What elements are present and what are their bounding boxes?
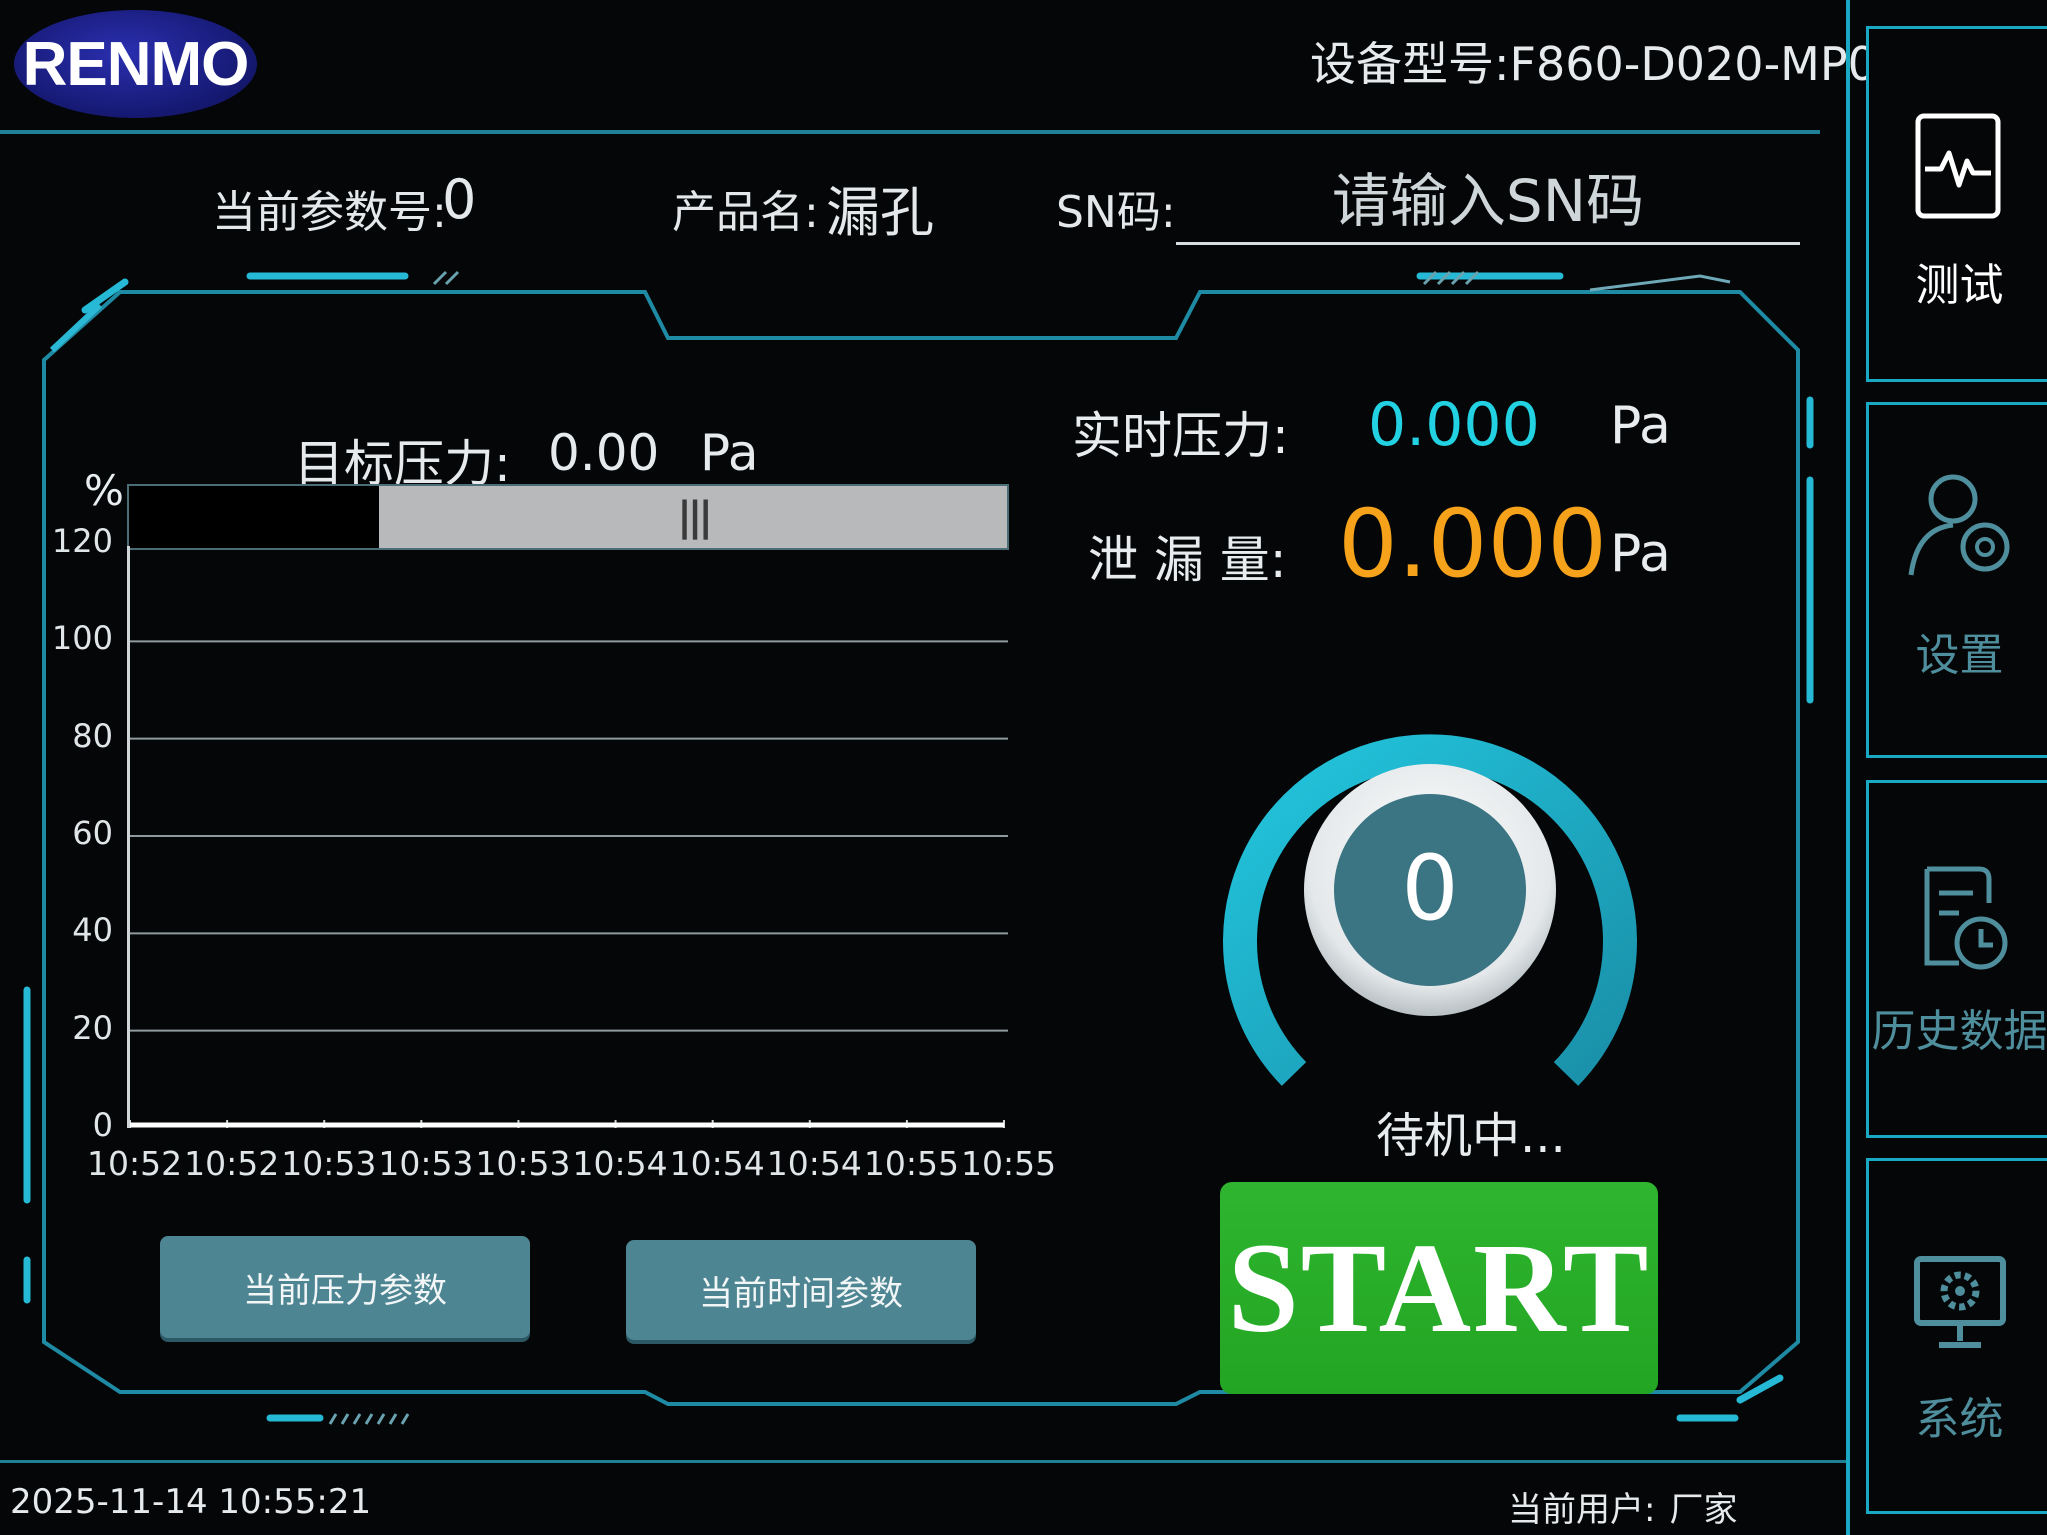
footer-divider (0, 1460, 1846, 1463)
y-tick-label: 60 (72, 814, 113, 852)
current-user-value: 厂家 (1669, 1490, 1738, 1530)
sidebar-label-test: 测试 (1915, 260, 2004, 311)
x-tick-label: 10:52 (87, 1144, 183, 1183)
sidebar-item-test[interactable]: 测试 (1866, 26, 2047, 382)
leak-amount-value: 0.000 (1338, 490, 1608, 599)
leak-amount-label: 泄 漏 量: (1088, 531, 1287, 589)
y-tick-label: 40 (72, 911, 113, 950)
pressure-chart-svg (130, 640, 1008, 1128)
leak-amount-unit: Pa (1610, 524, 1671, 584)
x-tick-label: 10:54 (766, 1144, 862, 1183)
y-tick-label: 100 (51, 619, 113, 658)
y-tick-label: 20 (72, 1008, 113, 1047)
realtime-pressure-value: 0.000 (1368, 390, 1540, 460)
footer-datetime: 2025-11-14 10:55:21 (10, 1482, 372, 1522)
waveform-icon (1915, 113, 2001, 219)
current-user-label: 当前用户: (1508, 1490, 1656, 1530)
x-tick-label: 10:55 (961, 1144, 1057, 1183)
sidebar-divider (1846, 0, 1850, 1535)
current-pressure-param-button[interactable]: 当前压力参数 (160, 1236, 530, 1338)
realtime-pressure-label: 实时压力: (1072, 407, 1289, 465)
x-tick-label: 10:55 (863, 1144, 959, 1183)
x-tick-label: 10:53 (475, 1144, 571, 1183)
y-tick-label: 0 (92, 1106, 113, 1144)
x-tick-label: 10:52 (184, 1144, 280, 1183)
sidebar-label-settings: 设置 (1915, 630, 2004, 681)
status-text: 待机中... (1376, 1108, 1566, 1164)
pressure-chart (127, 546, 1008, 1128)
current-user: 当前用户: 厂家 (1508, 1482, 1737, 1531)
sidebar-label-system: 系统 (1915, 1394, 2004, 1445)
y-tick-label: 120 (51, 522, 113, 560)
chart-scrollbar-thumb[interactable]: ||| (379, 486, 1007, 548)
sidebar-label-history: 历史数据 (1871, 1006, 2047, 1057)
x-tick-label: 10:54 (669, 1144, 765, 1183)
target-pressure-value: 0.00 (548, 424, 660, 482)
current-time-param-button[interactable]: 当前时间参数 (626, 1240, 976, 1340)
sidebar-item-history[interactable]: 历史数据 (1866, 780, 2047, 1138)
chart-scrollbar[interactable]: ||| (127, 484, 1009, 550)
user-gear-icon (1908, 474, 2010, 576)
y-axis-unit: % (84, 466, 124, 515)
x-tick-label: 10:54 (572, 1144, 668, 1183)
gauge-value: 0 (1401, 836, 1459, 941)
y-tick-label: 80 (72, 716, 113, 755)
target-pressure-unit: Pa (700, 424, 759, 482)
start-button[interactable]: START (1220, 1182, 1658, 1394)
sidebar-item-system[interactable]: 系统 (1866, 1158, 2047, 1514)
sidebar-item-settings[interactable]: 设置 (1866, 402, 2047, 758)
scroll-grip-icon: ||| (677, 494, 713, 540)
realtime-pressure-unit: Pa (1610, 396, 1671, 456)
history-icon (1924, 866, 2008, 970)
monitor-gear-icon (1914, 1256, 2006, 1348)
x-tick-label: 10:53 (378, 1144, 474, 1183)
x-tick-label: 10:53 (281, 1144, 377, 1183)
